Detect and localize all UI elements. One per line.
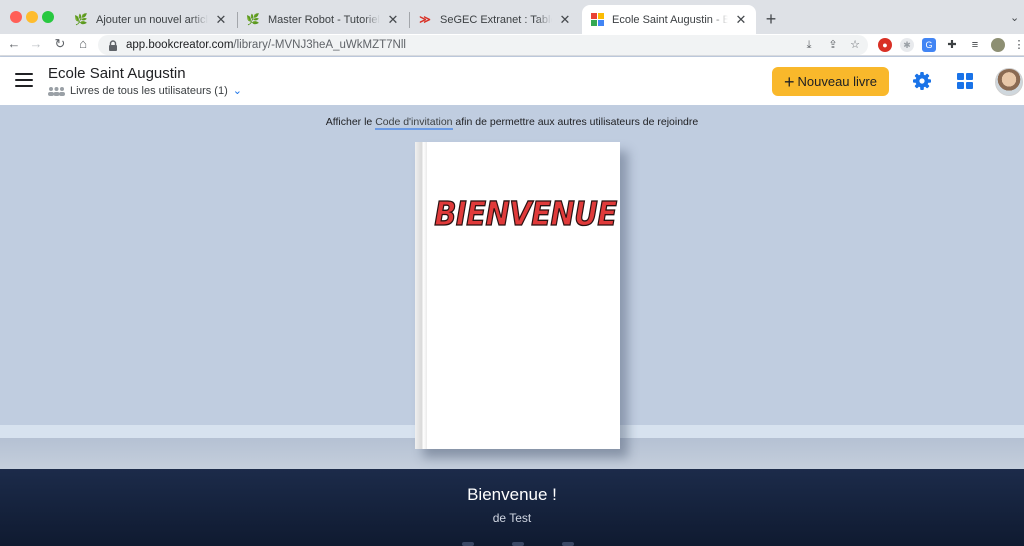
tab-close-icon[interactable]: ✕ — [214, 12, 228, 28]
library-title: Ecole Saint Augustin — [48, 65, 186, 82]
window-minimize-button[interactable] — [26, 11, 38, 23]
share-icon[interactable]: ⇪ — [826, 38, 840, 52]
home-icon[interactable]: ⌂ — [75, 36, 91, 51]
tab-close-icon[interactable]: ✕ — [558, 12, 572, 28]
browser-menu-icon[interactable]: ⋮ — [1012, 38, 1024, 52]
browser-tab[interactable]: ≫ SeGEC Extranet : Tableau de bord ✕ — [410, 5, 580, 34]
book-spine — [415, 142, 427, 449]
extension-icon[interactable]: ✱ — [900, 38, 914, 52]
translate-extension-icon[interactable]: G — [922, 38, 936, 52]
tab-title: Ajouter un nouvel article ‹ Master Robot — [96, 13, 208, 26]
plus-icon: + — [783, 71, 795, 92]
avatar[interactable] — [995, 68, 1023, 96]
new-tab-button[interactable]: + — [762, 9, 780, 30]
window-close-button[interactable] — [10, 11, 22, 23]
browser-tab-active[interactable]: Ecole Saint Augustin - Book Creator ✕ — [582, 5, 756, 34]
ublock-extension-icon[interactable]: ● — [878, 38, 892, 52]
bookmark-star-icon[interactable]: ☆ — [848, 38, 862, 52]
url-path: /library/-MVNJ3heA_uWkMZT7Nll — [233, 39, 406, 51]
window-zoom-button[interactable] — [42, 11, 54, 23]
robot-favicon-icon: 🌿 — [246, 14, 260, 26]
tab-close-icon[interactable]: ✕ — [734, 12, 748, 28]
segec-favicon-icon: ≫ — [419, 14, 431, 26]
gear-icon[interactable] — [912, 71, 932, 91]
library-filter-dropdown[interactable]: Livres de tous les utilisateurs (1) ⌄ — [48, 84, 242, 97]
bookcreator-favicon-icon — [590, 13, 604, 27]
book-cover-title: BIENVENUE — [434, 194, 618, 234]
new-book-label: Nouveau livre — [797, 74, 878, 89]
users-icon — [48, 86, 65, 96]
browser-tab[interactable]: 🌿 Ajouter un nouvel article ‹ Master Rob… — [66, 5, 236, 34]
tab-close-icon[interactable]: ✕ — [386, 12, 400, 28]
menu-icon[interactable] — [15, 73, 33, 87]
lock-icon — [108, 39, 118, 51]
tab-title: Master Robot - Tutoriel : Book Creator — [268, 13, 380, 26]
extensions-puzzle-icon[interactable]: ✚ — [945, 38, 959, 52]
tab-search-icon[interactable]: ⌄ — [1010, 11, 1019, 24]
browser-tab[interactable]: 🌿 Master Robot - Tutoriel : Book Creator… — [238, 5, 408, 34]
library-filter-label: Livres de tous les utilisateurs (1) — [70, 84, 228, 97]
reload-icon[interactable]: ↻ — [52, 36, 68, 52]
grid-view-icon[interactable] — [957, 73, 973, 89]
invite-prefix: Afficher le — [325, 116, 373, 128]
tab-title: SeGEC Extranet : Tableau de bord — [440, 13, 552, 26]
invite-message: Afficher le Code d'invitation afin de pe… — [0, 116, 1024, 130]
footer-action-button[interactable] — [512, 542, 524, 546]
browser-tab-strip: 🌿 Ajouter un nouvel article ‹ Master Rob… — [0, 0, 1024, 34]
book-title: Bienvenue ! — [467, 485, 557, 504]
book-author: de Test — [492, 511, 532, 525]
forward-arrow-icon[interactable]: → — [28, 36, 44, 51]
tab-title: Ecole Saint Augustin - Book Creator — [612, 13, 728, 26]
url-host: app.bookcreator.com — [126, 39, 234, 51]
invite-code-link[interactable]: Code d'invitation — [375, 116, 453, 130]
footer-action-button[interactable] — [562, 542, 574, 546]
invite-suffix: afin de permettre aux autres utilisateur… — [455, 116, 699, 128]
back-arrow-icon[interactable]: ← — [6, 36, 22, 51]
browser-toolbar: ← → ↻ ⌂ app.bookcreator.com/library/-MVN… — [0, 34, 1024, 56]
app-header: Ecole Saint Augustin Livres de tous les … — [0, 57, 1024, 105]
profile-avatar-icon[interactable] — [991, 38, 1005, 52]
address-bar[interactable]: app.bookcreator.com/library/-MVNJ3heA_uW… — [98, 35, 868, 55]
reading-list-icon[interactable]: ≡ — [968, 38, 982, 52]
footer-action-button[interactable] — [462, 542, 474, 546]
install-app-icon[interactable]: ⤓ — [802, 38, 816, 52]
robot-favicon-icon: 🌿 — [74, 14, 88, 26]
new-book-button[interactable]: + Nouveau livre — [772, 67, 889, 96]
book-info-footer: Bienvenue ! de Test — [0, 469, 1024, 546]
chevron-down-icon: ⌄ — [232, 85, 242, 97]
book-cover[interactable]: BIENVENUE — [415, 142, 620, 449]
